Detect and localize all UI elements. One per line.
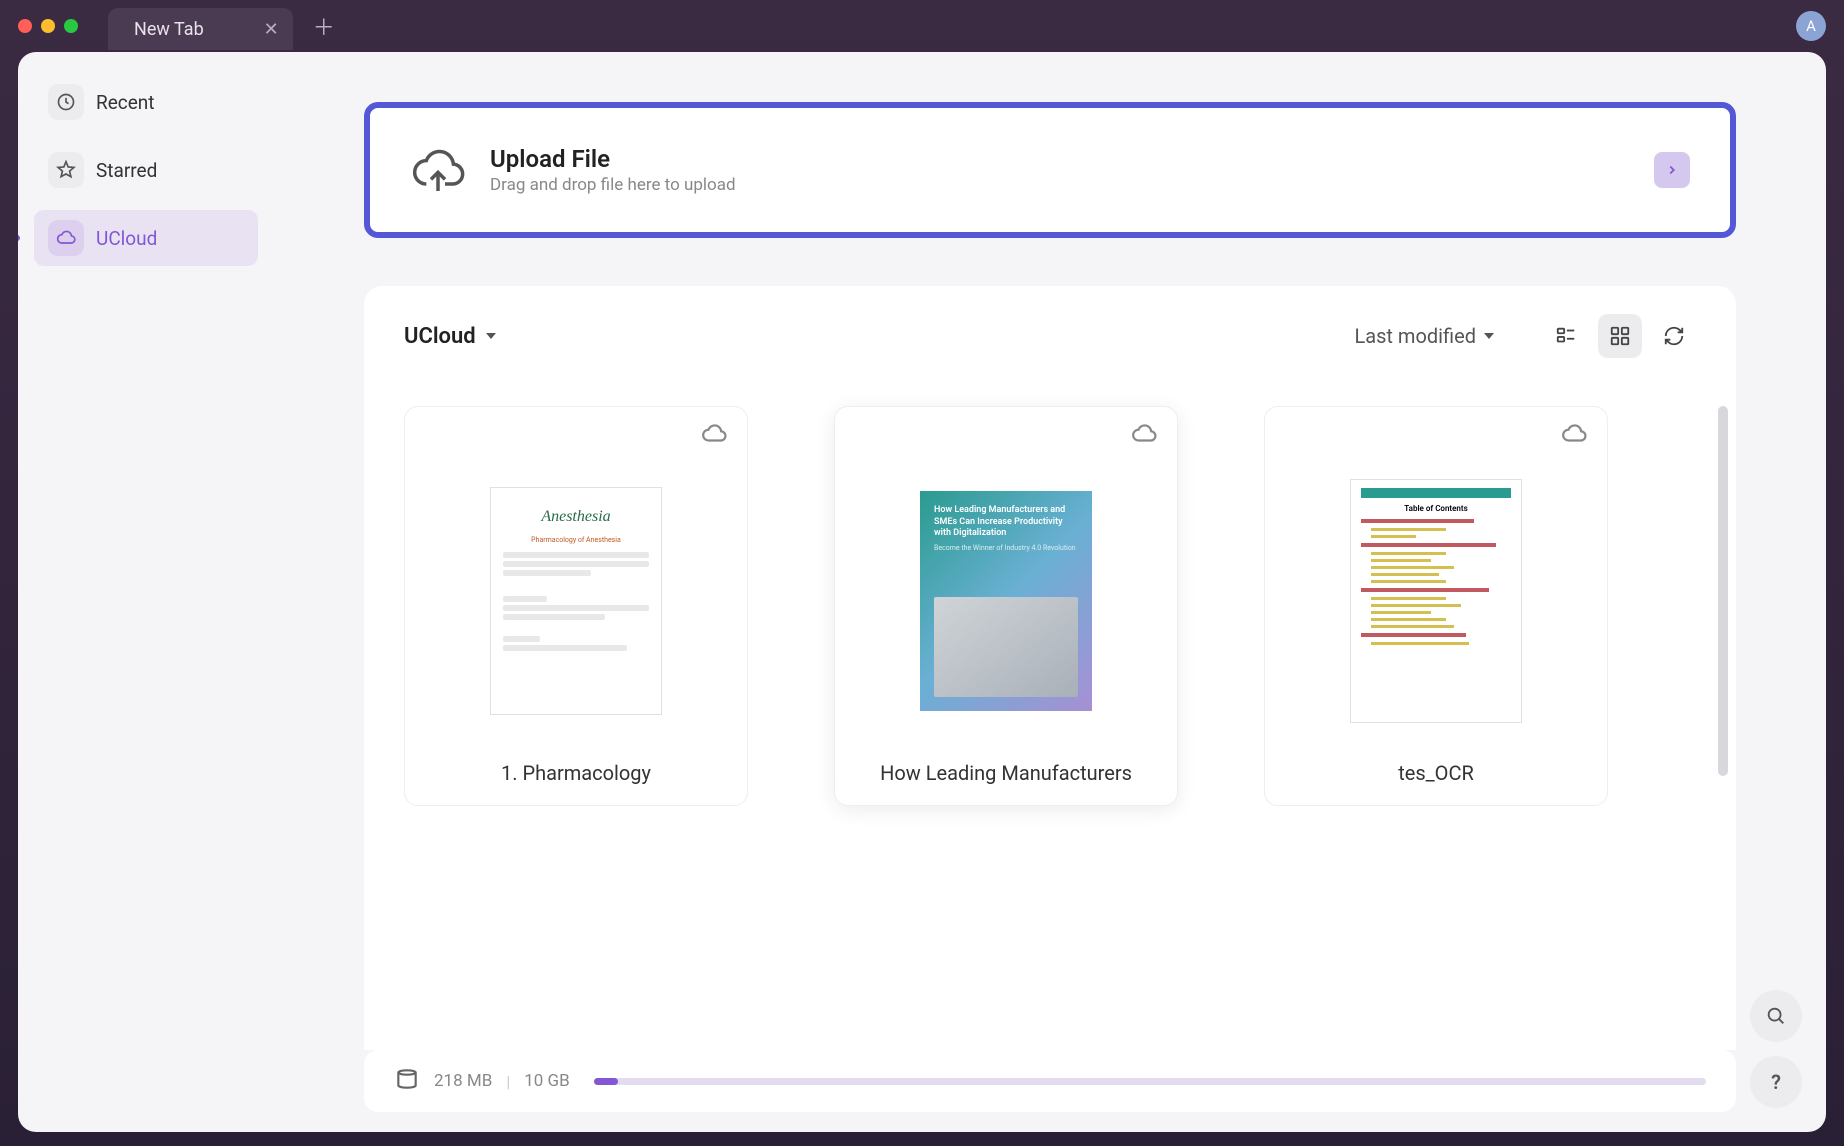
floating-actions: ? (1750, 990, 1802, 1108)
search-button[interactable] (1750, 990, 1802, 1042)
upload-text: Upload File Drag and drop file here to u… (490, 145, 1630, 195)
sidebar-item-starred[interactable]: Starred (34, 142, 258, 198)
avatar-letter: A (1806, 17, 1816, 35)
file-name: 1. Pharmacology (425, 751, 727, 785)
upload-cloud-icon (410, 142, 466, 198)
tab-title: New Tab (134, 19, 204, 40)
new-tab-button[interactable]: ＋ (313, 10, 335, 42)
sidebar-item-label: UCloud (96, 227, 157, 250)
file-card[interactable]: Anesthesia Pharmacology of Anesthesia 1.… (404, 406, 748, 806)
storage-divider: | (506, 1072, 510, 1091)
chevron-down-icon (1484, 333, 1494, 339)
grid-view-button[interactable] (1598, 314, 1642, 358)
storage-progress (594, 1078, 1706, 1085)
location-label: UCloud (404, 324, 476, 349)
upload-subtitle: Drag and drop file here to upload (490, 175, 1630, 195)
cloud-icon (48, 220, 84, 256)
upload-title: Upload File (490, 145, 1630, 173)
sidebar: Recent Starred UCloud (18, 52, 274, 1132)
file-name: How Leading Manufacturers (855, 751, 1157, 785)
sort-label: Last modified (1354, 324, 1476, 348)
scrollbar[interactable] (1718, 406, 1728, 776)
content-area: Upload File Drag and drop file here to u… (274, 52, 1826, 1132)
upload-expand-button[interactable] (1654, 152, 1690, 188)
main-window: Recent Starred UCloud Upload File Drag a… (18, 52, 1826, 1132)
chevron-down-icon (486, 333, 496, 339)
star-icon (48, 152, 84, 188)
file-card[interactable]: Table of Contents tes_OCR (1264, 406, 1608, 806)
sidebar-item-recent[interactable]: Recent (34, 74, 258, 130)
sidebar-item-ucloud[interactable]: UCloud (34, 210, 258, 266)
storage-progress-fill (594, 1078, 618, 1085)
location-dropdown[interactable]: UCloud (404, 324, 496, 349)
file-thumbnail: Table of Contents (1285, 451, 1587, 751)
cloud-status-icon (1131, 421, 1157, 451)
browser-tab[interactable]: New Tab ✕ (108, 8, 293, 50)
file-toolbar: UCloud Last modified (364, 286, 1736, 376)
upload-dropzone[interactable]: Upload File Drag and drop file here to u… (364, 102, 1736, 238)
help-icon: ? (1771, 1070, 1781, 1094)
storage-total: 10 GB (524, 1071, 570, 1091)
storage-bar: 218 MB | 10 GB (364, 1050, 1736, 1112)
help-button[interactable]: ? (1750, 1056, 1802, 1108)
cloud-status-icon (1561, 421, 1587, 451)
file-card[interactable]: How Leading Manufacturers and SMEs Can I… (834, 406, 1178, 806)
sidebar-item-label: Starred (96, 159, 157, 182)
file-name: tes_OCR (1285, 751, 1587, 785)
sort-dropdown[interactable]: Last modified (1354, 324, 1494, 348)
storage-icon (394, 1066, 420, 1096)
file-thumbnail: Anesthesia Pharmacology of Anesthesia (425, 451, 727, 751)
minimize-window-button[interactable] (41, 19, 55, 33)
title-bar: New Tab ✕ ＋ A (0, 0, 1844, 52)
avatar[interactable]: A (1796, 11, 1826, 41)
storage-used: 218 MB (434, 1071, 492, 1091)
view-controls (1544, 314, 1696, 358)
refresh-button[interactable] (1652, 314, 1696, 358)
list-view-button[interactable] (1544, 314, 1588, 358)
file-grid: Anesthesia Pharmacology of Anesthesia 1.… (364, 376, 1736, 1050)
maximize-window-button[interactable] (64, 19, 78, 33)
sidebar-item-label: Recent (96, 91, 155, 114)
file-thumbnail: How Leading Manufacturers and SMEs Can I… (855, 451, 1157, 751)
clock-icon (48, 84, 84, 120)
close-window-button[interactable] (18, 19, 32, 33)
window-controls (18, 19, 78, 33)
close-tab-icon[interactable]: ✕ (264, 19, 279, 40)
cloud-status-icon (701, 421, 727, 451)
